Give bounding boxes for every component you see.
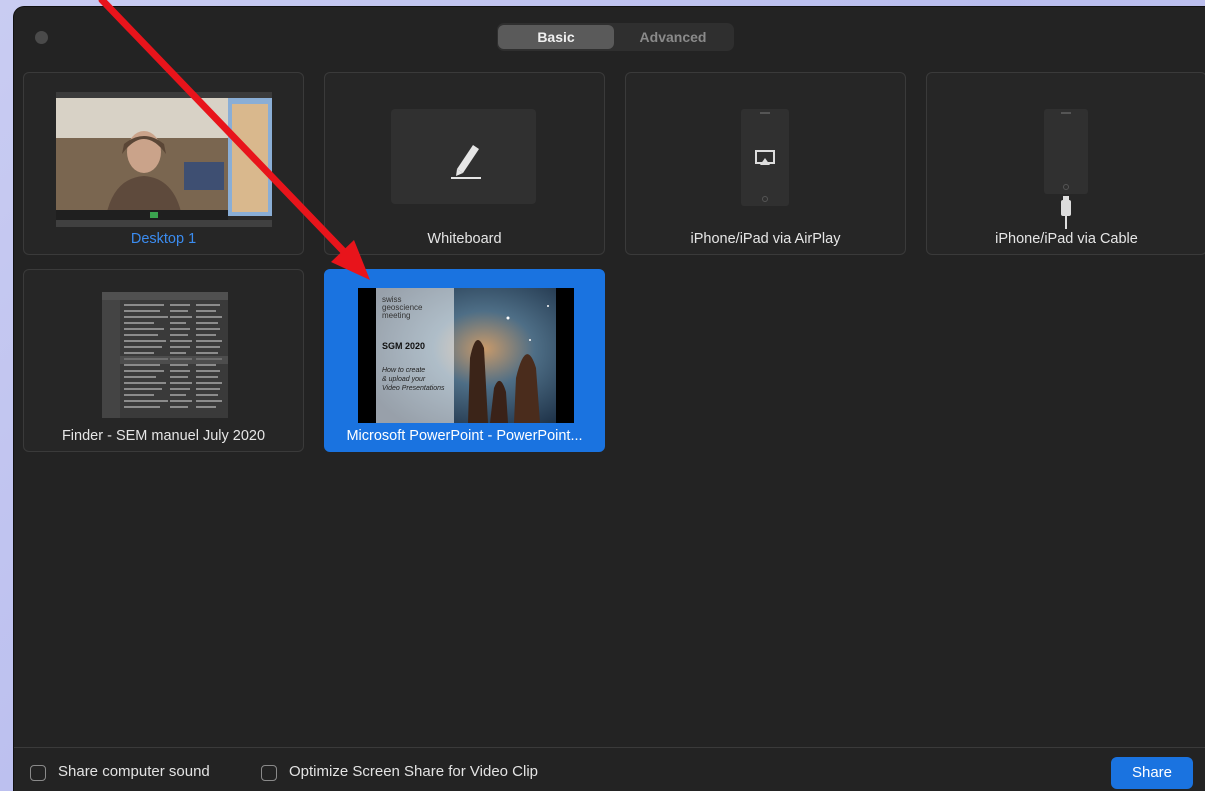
- phone-icon: [741, 109, 789, 206]
- tile-label: iPhone/iPad via AirPlay: [690, 231, 841, 247]
- tile-finder[interactable]: Finder - SEM manuel July 2020: [23, 269, 304, 452]
- tile-label: Microsoft PowerPoint - PowerPoint...: [346, 428, 583, 444]
- share-sound-label: Share computer sound: [58, 763, 210, 780]
- slide-sub-3: Video Presentations: [382, 385, 445, 392]
- finder-thumbnail: [102, 292, 228, 418]
- slide-title: SGM 2020: [382, 341, 426, 351]
- tile-desktop-1[interactable]: Desktop 1: [23, 72, 304, 255]
- tile-iphone-airplay[interactable]: iPhone/iPad via AirPlay: [625, 72, 906, 255]
- slide-brand-3: meeting: [382, 311, 411, 320]
- bottom-bar: Share computer sound Optimize Screen Sha…: [14, 747, 1205, 791]
- share-sound-checkbox[interactable]: [30, 765, 46, 781]
- window-close-dot[interactable]: [35, 31, 48, 44]
- tile-label: iPhone/iPad via Cable: [995, 231, 1138, 247]
- desktop-thumbnail: [56, 92, 272, 227]
- pen-icon: [451, 145, 481, 179]
- share-screen-window: Basic Advanced Desktop 1 Whiteboard iPho…: [14, 7, 1205, 791]
- whiteboard-thumbnail: [391, 109, 536, 204]
- tile-label: Whiteboard: [427, 231, 502, 247]
- slide-sub-2: & upload your: [382, 376, 426, 383]
- tile-label: Desktop 1: [130, 231, 197, 247]
- tile-iphone-cable[interactable]: iPhone/iPad via Cable: [926, 72, 1205, 255]
- optimize-label: Optimize Screen Share for Video Clip: [289, 763, 539, 780]
- share-button[interactable]: Share: [1111, 757, 1193, 789]
- basic-advanced-toggle: Basic Advanced: [497, 23, 734, 51]
- tile-label: Finder - SEM manuel July 2020: [61, 428, 266, 444]
- slide-sub-1: How to create: [382, 367, 426, 374]
- tile-whiteboard[interactable]: Whiteboard: [324, 72, 605, 255]
- tab-advanced[interactable]: Advanced: [614, 25, 732, 49]
- tile-powerpoint[interactable]: swiss geoscience meeting SGM 2020 How to…: [324, 269, 605, 452]
- tab-basic[interactable]: Basic: [498, 25, 614, 49]
- phone-cable-icon: [1044, 109, 1088, 229]
- optimize-checkbox[interactable]: [261, 765, 277, 781]
- powerpoint-thumbnail: swiss geoscience meeting SGM 2020 How to…: [358, 288, 574, 423]
